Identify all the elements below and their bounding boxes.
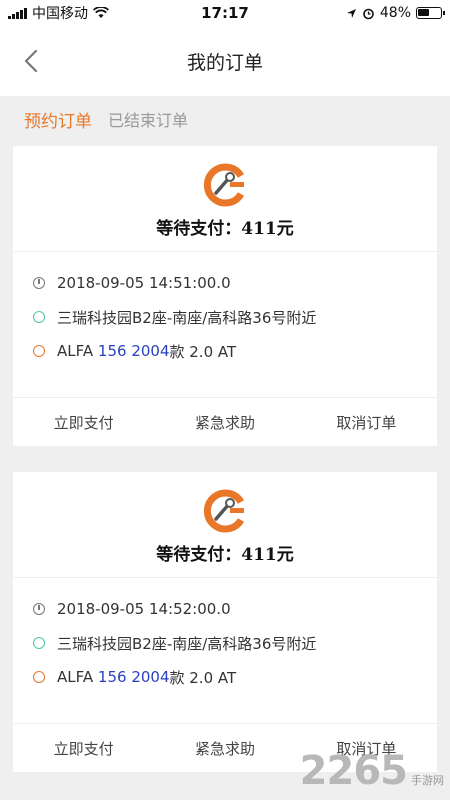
order-time-row: 2018-09-05 14:51:00.0	[33, 266, 437, 300]
repair-service-logo-icon	[203, 489, 245, 533]
order-card-header: 等待支付：411元	[13, 472, 437, 578]
order-car-row: ALFA 156 2004 款 2.0 AT	[33, 660, 437, 694]
order-card: 等待支付：411元 2018-09-05 14:52:00.0 三瑞科技园B2座…	[13, 472, 437, 772]
pay-now-button[interactable]: 立即支付	[13, 738, 154, 759]
car-model-number: 156 2004	[97, 342, 170, 360]
carrier-label: 中国移动	[32, 6, 88, 22]
order-status: 等待支付：411元	[156, 545, 294, 565]
clock-icon	[33, 603, 45, 615]
order-details: 2018-09-05 14:52:00.0 三瑞科技园B2座-南座/高科路36号…	[13, 578, 437, 724]
back-button[interactable]	[16, 46, 46, 76]
tab-pending-orders[interactable]: 预约订单	[24, 107, 92, 132]
location-dot-icon	[33, 637, 45, 649]
page-title: 我的订单	[186, 51, 263, 74]
order-status: 等待支付：411元	[156, 219, 294, 239]
repair-service-logo-icon	[203, 163, 245, 207]
order-card-header: 等待支付：411元	[13, 146, 437, 252]
emergency-help-button[interactable]: 紧急求助	[154, 412, 295, 433]
order-time-row: 2018-09-05 14:52:00.0	[33, 592, 437, 626]
clock-icon	[33, 277, 45, 289]
battery-percent: 48%	[379, 5, 411, 21]
order-card: 等待支付：411元 2018-09-05 14:51:00.0 三瑞科技园B2座…	[13, 146, 437, 446]
car-dot-icon	[33, 671, 45, 683]
status-left: 中国移动	[8, 3, 158, 23]
location-arrow-icon	[346, 8, 356, 18]
watermark-number: 2265	[299, 748, 408, 794]
status-right: 48%	[292, 5, 445, 21]
order-actions: 立即支付 紧急求助 取消订单	[13, 398, 437, 446]
alarm-icon	[363, 8, 374, 19]
order-location-row: 三瑞科技园B2座-南座/高科路36号附近	[33, 300, 437, 334]
order-details: 2018-09-05 14:51:00.0 三瑞科技园B2座-南座/高科路36号…	[13, 252, 437, 398]
order-location: 三瑞科技园B2座-南座/高科路36号附近	[57, 308, 317, 327]
car-brand: ALFA	[57, 342, 94, 360]
order-tabs: 预约订单 已结束订单	[0, 96, 450, 142]
battery-icon	[416, 7, 445, 19]
car-dot-icon	[33, 345, 45, 357]
cancel-order-button[interactable]: 取消订单	[296, 412, 437, 433]
car-brand: ALFA	[57, 668, 94, 686]
watermark-site: 手游网	[411, 774, 444, 787]
status-bar: 中国移动 17:17 48%	[0, 0, 450, 26]
status-time: 17:17	[201, 4, 249, 22]
pay-now-button[interactable]: 立即支付	[13, 412, 154, 433]
tab-finished-orders[interactable]: 已结束订单	[108, 107, 188, 131]
chevron-left-icon	[24, 49, 38, 73]
order-location: 三瑞科技园B2座-南座/高科路36号附近	[57, 634, 317, 653]
site-watermark: 2265 手游网	[300, 748, 444, 794]
order-car-row: ALFA 156 2004 款 2.0 AT	[33, 334, 437, 368]
car-model-suffix: 款 2.0 AT	[169, 668, 237, 687]
car-model-number: 156 2004	[97, 668, 170, 686]
wifi-icon	[93, 7, 109, 18]
signal-icon	[8, 7, 27, 19]
order-time: 2018-09-05 14:52:00.0	[57, 600, 231, 618]
location-dot-icon	[33, 311, 45, 323]
car-model-suffix: 款 2.0 AT	[169, 342, 237, 361]
order-location-row: 三瑞科技园B2座-南座/高科路36号附近	[33, 626, 437, 660]
emergency-help-button[interactable]: 紧急求助	[154, 738, 295, 759]
navigation-bar: 我的订单	[0, 26, 450, 96]
order-time: 2018-09-05 14:51:00.0	[57, 274, 231, 292]
